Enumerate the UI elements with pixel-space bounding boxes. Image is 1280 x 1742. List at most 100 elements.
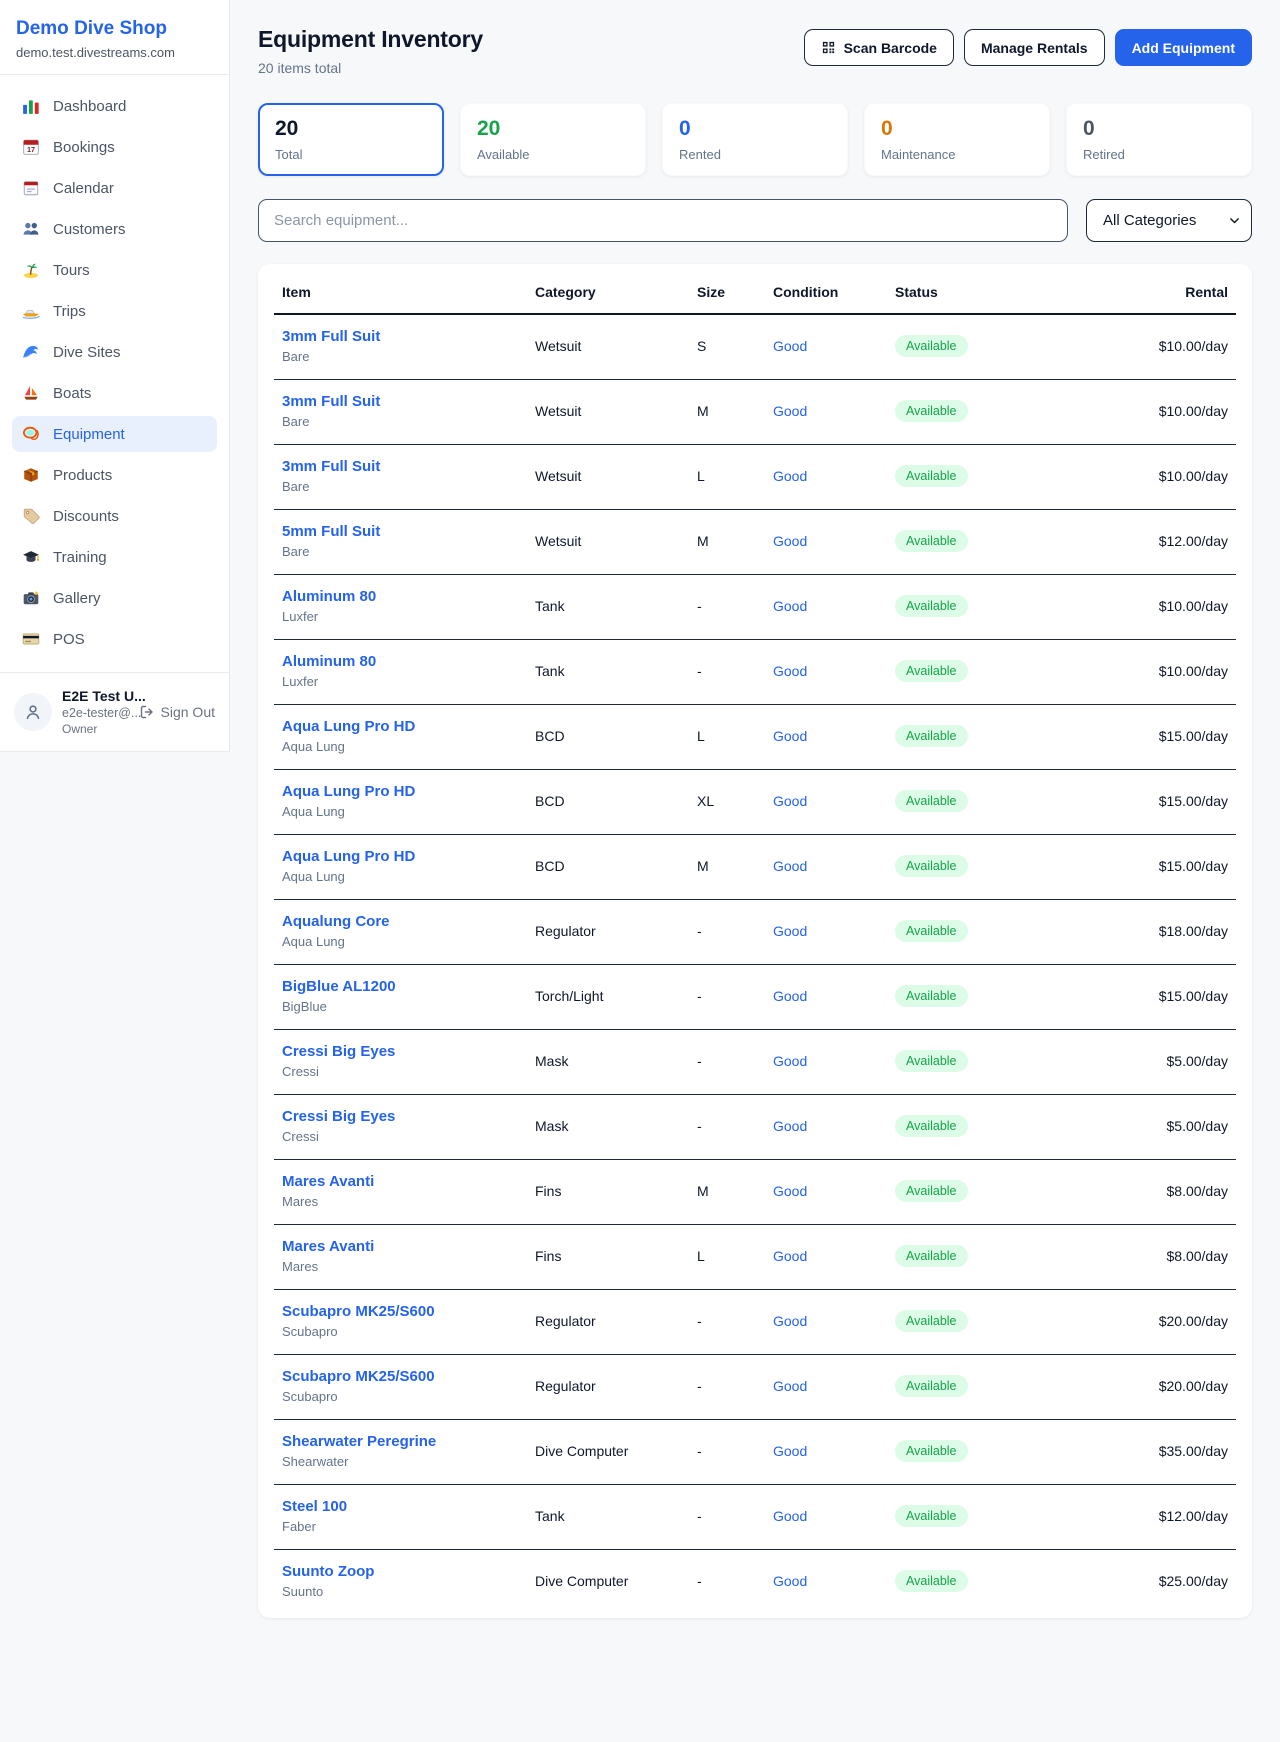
condition-link[interactable]: Good	[773, 988, 807, 1004]
item-link[interactable]: 3mm Full Suit	[282, 393, 519, 410]
condition-link[interactable]: Good	[773, 663, 807, 679]
item-link[interactable]: 3mm Full Suit	[282, 458, 519, 475]
stat-card-rented[interactable]: 0Rented	[662, 103, 848, 176]
condition-link[interactable]: Good	[773, 403, 807, 419]
condition-link[interactable]: Good	[773, 1378, 807, 1394]
stat-value: 0	[881, 117, 1033, 141]
sidebar-item-pos[interactable]: POS	[12, 621, 217, 657]
column-header-size: Size	[689, 266, 765, 314]
sidebar-item-label: Calendar	[53, 180, 114, 197]
bar-chart-icon	[22, 97, 40, 115]
item-link[interactable]: Steel 100	[282, 1498, 519, 1515]
manage-rentals-button[interactable]: Manage Rentals	[964, 29, 1105, 66]
item-link[interactable]: Aluminum 80	[282, 588, 519, 605]
item-link[interactable]: Aluminum 80	[282, 653, 519, 670]
item-link[interactable]: Mares Avanti	[282, 1238, 519, 1255]
condition-link[interactable]: Good	[773, 338, 807, 354]
brand-domain: demo.test.divestreams.com	[16, 45, 213, 60]
condition-link[interactable]: Good	[773, 923, 807, 939]
stat-card-total[interactable]: 20Total	[258, 103, 444, 176]
calendar-date-icon: 17	[22, 138, 40, 156]
item-link[interactable]: Aqualung Core	[282, 913, 519, 930]
stat-card-available[interactable]: 20Available	[460, 103, 646, 176]
item-link[interactable]: Cressi Big Eyes	[282, 1108, 519, 1125]
item-link[interactable]: Shearwater Peregrine	[282, 1433, 519, 1450]
item-link[interactable]: Scubapro MK25/S600	[282, 1303, 519, 1320]
item-link[interactable]: Aqua Lung Pro HD	[282, 848, 519, 865]
brand-title[interactable]: Demo Dive Shop	[16, 18, 213, 40]
sidebar-item-gallery[interactable]: Gallery	[12, 580, 217, 616]
sidebar-item-customers[interactable]: Customers	[12, 211, 217, 247]
rental-price: $15.00/day	[1057, 705, 1236, 770]
status-badge: Available	[895, 1050, 968, 1072]
item-link[interactable]: Suunto Zoop	[282, 1563, 519, 1580]
sidebar-item-equipment[interactable]: Equipment	[12, 416, 217, 452]
item-link[interactable]: Aqua Lung Pro HD	[282, 718, 519, 735]
item-category: Mask	[527, 1030, 689, 1095]
sidebar-item-boats[interactable]: Boats	[12, 375, 217, 411]
item-brand: Cressi	[282, 1129, 519, 1144]
table-row: Shearwater PeregrineShearwaterDive Compu…	[274, 1420, 1236, 1485]
sidebar-item-discounts[interactable]: Discounts	[12, 498, 217, 534]
item-link[interactable]: Cressi Big Eyes	[282, 1043, 519, 1060]
condition-link[interactable]: Good	[773, 1118, 807, 1134]
sidebar-item-tours[interactable]: Tours	[12, 252, 217, 288]
sidebar-item-label: Dive Sites	[53, 344, 121, 361]
sidebar-item-label: POS	[53, 631, 85, 648]
status-badge: Available	[895, 465, 968, 487]
item-link[interactable]: Aqua Lung Pro HD	[282, 783, 519, 800]
condition-link[interactable]: Good	[773, 1573, 807, 1589]
search-input[interactable]	[258, 199, 1068, 242]
item-category: Regulator	[527, 1355, 689, 1420]
equipment-table-card: Item Category Size Condition Status Rent…	[258, 264, 1252, 1618]
item-size: M	[689, 835, 765, 900]
status-badge: Available	[895, 1570, 968, 1592]
item-link[interactable]: BigBlue AL1200	[282, 978, 519, 995]
condition-link[interactable]: Good	[773, 598, 807, 614]
stat-card-maintenance[interactable]: 0 Maintenance	[864, 103, 1050, 176]
main-content: Equipment Inventory 20 items total Scan …	[230, 0, 1280, 1648]
condition-link[interactable]: Good	[773, 1248, 807, 1264]
condition-link[interactable]: Good	[773, 793, 807, 809]
sidebar-item-calendar[interactable]: Calendar	[12, 170, 217, 206]
condition-link[interactable]: Good	[773, 533, 807, 549]
condition-link[interactable]: Good	[773, 858, 807, 874]
sidebar-item-training[interactable]: Training	[12, 539, 217, 575]
item-link[interactable]: Mares Avanti	[282, 1173, 519, 1190]
sailboat-icon	[22, 384, 40, 402]
sign-out-label: Sign Out	[161, 704, 215, 720]
item-size: -	[689, 1485, 765, 1550]
condition-link[interactable]: Good	[773, 1053, 807, 1069]
sign-out-button[interactable]: Sign Out	[139, 704, 215, 720]
stat-card-retired[interactable]: 0Retired	[1066, 103, 1252, 176]
item-link[interactable]: 3mm Full Suit	[282, 328, 519, 345]
condition-link[interactable]: Good	[773, 1313, 807, 1329]
item-category: Mask	[527, 1095, 689, 1160]
graduation-cap-icon	[22, 548, 40, 566]
sidebar-item-trips[interactable]: Trips	[12, 293, 217, 329]
stat-label: Maintenance	[881, 147, 1033, 162]
condition-link[interactable]: Good	[773, 728, 807, 744]
item-link[interactable]: Scubapro MK25/S600	[282, 1368, 519, 1385]
table-row: 5mm Full SuitBareWetsuitMGoodAvailable$1…	[274, 510, 1236, 575]
add-equipment-button[interactable]: Add Equipment	[1115, 29, 1252, 66]
item-brand: Suunto	[282, 1584, 519, 1599]
status-badge: Available	[895, 400, 968, 422]
sidebar-item-dashboard[interactable]: Dashboard	[12, 88, 217, 124]
app-window: Demo Dive Shop demo.test.divestreams.com…	[0, 0, 1280, 1648]
item-link[interactable]: 5mm Full Suit	[282, 523, 519, 540]
people-icon	[22, 220, 40, 238]
condition-link[interactable]: Good	[773, 1183, 807, 1199]
wave-icon	[22, 343, 40, 361]
category-select[interactable]: All Categories	[1086, 199, 1252, 242]
sidebar-item-label: Bookings	[53, 139, 115, 156]
scan-barcode-button[interactable]: Scan Barcode	[804, 29, 954, 66]
sidebar-item-products[interactable]: Products	[12, 457, 217, 493]
rental-price: $5.00/day	[1057, 1030, 1236, 1095]
condition-link[interactable]: Good	[773, 468, 807, 484]
sidebar-item-bookings[interactable]: 17 Bookings	[12, 129, 217, 165]
condition-link[interactable]: Good	[773, 1443, 807, 1459]
condition-link[interactable]: Good	[773, 1508, 807, 1524]
sidebar-item-dive-sites[interactable]: Dive Sites	[12, 334, 217, 370]
item-size: -	[689, 1420, 765, 1485]
